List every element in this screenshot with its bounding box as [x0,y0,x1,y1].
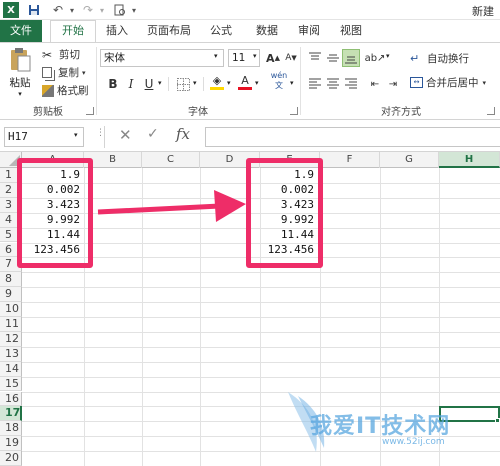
title-bar: X ↶ ▾ ↷ ▾ ▾ 新建 [0,0,500,20]
align-left-icon[interactable] [306,75,324,93]
ribbon-separator [168,77,169,91]
font-color-letter: A [241,73,249,87]
decrease-indent-icon[interactable]: ⇤ [366,75,384,93]
align-top-icon[interactable] [306,49,324,67]
font-name-select[interactable]: 宋体 [100,49,224,67]
wrap-text-icon: ↵ [410,51,420,65]
ribbon-home: 粘贴 ▾ ✂ 剪切 复制 ▾ 格式刷 剪贴板 宋体 ▾ 11 ▾ A ▲ A ▼ B… [0,42,500,120]
merge-center-icon: ↔ [410,77,423,88]
align-middle-icon[interactable] [324,49,342,67]
insert-function-icon[interactable]: fx [176,125,190,143]
paste-dropdown-icon: ▾ [18,90,22,98]
fill-color-swatch [210,86,224,90]
cut-label: 剪切 [59,49,80,61]
paste-label: 粘贴 [9,77,31,89]
undo-dropdown-icon[interactable]: ▾ [64,2,80,18]
highlight-box-column-e [246,158,323,268]
scissors-icon: ✂ [42,47,53,62]
watermark-text: 我爱IT技术网 [310,414,451,439]
tab-file[interactable]: 文件 [0,20,42,42]
cancel-icon[interactable]: ✕ [119,126,132,144]
font-size-dropdown-icon[interactable]: ▾ [253,52,257,60]
window-title: 新建 [472,5,494,18]
excel-window: X ↶ ▾ ↷ ▾ ▾ 新建 文件 开始 插入 页面布局 公式 数据 审阅 视图… [0,0,500,466]
orientation-icon[interactable]: ab↗ [365,49,386,67]
align-bottom-icon[interactable] [342,49,360,67]
customize-qat-icon[interactable]: ▾ [126,2,142,18]
ribbon-tabs: 文件 开始 插入 页面布局 公式 数据 审阅 视图 [0,20,500,42]
formula-input[interactable] [205,127,500,147]
font-launcher-icon[interactable] [290,107,298,115]
align-center-icon[interactable] [324,75,342,93]
decrease-font-icon[interactable]: A ▼ [282,49,300,67]
tab-insert[interactable]: 插入 [102,20,132,42]
clipboard-launcher-icon[interactable] [86,107,94,115]
enter-icon[interactable]: ✓ [147,126,159,142]
wrap-text-button[interactable]: ↵ 自动换行 [410,51,469,66]
fill-handle[interactable] [495,418,500,423]
font-name-dropdown-icon[interactable]: ▾ [214,52,218,60]
formula-bar-grip-icon: ⋮ [96,128,105,138]
font-group-label: 字体 [188,107,208,118]
merge-center-dropdown-icon: ▾ [482,78,487,87]
fill-color-icon[interactable]: ◈ [208,73,226,91]
arrow-icon [97,190,246,222]
redo-dropdown-icon[interactable]: ▾ [94,2,110,18]
copy-dropdown-icon: ▾ [82,68,86,77]
formula-bar: H17 ▾ ⋮ ✕ ✓ fx [0,120,500,152]
format-painter-label: 格式刷 [57,85,89,97]
borders-icon[interactable] [174,75,192,93]
tab-data[interactable]: 数据 [252,20,282,42]
cut-button[interactable]: ✂ 剪切 [42,47,80,62]
tab-home[interactable]: 开始 [50,20,96,42]
tab-review[interactable]: 审阅 [294,20,324,42]
name-box[interactable]: H17 [4,127,84,147]
alignment-launcher-icon[interactable] [487,107,495,115]
increase-font-icon[interactable]: A ▲ [264,49,282,67]
font-color-swatch [238,86,252,90]
highlight-box-column-a [17,158,93,268]
ribbon-separator [104,126,105,148]
clipboard-group-label: 剪贴板 [33,107,63,118]
watermark-url: www.52ij.com [382,437,445,447]
save-icon[interactable] [26,2,42,18]
phonetic-dropdown-icon[interactable]: ▾ [290,79,294,87]
italic-button[interactable]: I [122,75,140,93]
fill-color-dropdown-icon[interactable]: ▾ [227,79,231,87]
alignment-group-label: 对齐方式 [381,107,421,118]
ribbon-separator [96,47,97,115]
tab-view[interactable]: 视图 [336,20,366,42]
ribbon-separator [300,47,301,115]
format-painter-button[interactable]: 格式刷 [42,83,89,98]
name-box-dropdown-icon[interactable]: ▾ [74,131,78,139]
tab-formulas[interactable]: 公式 [206,20,236,42]
paste-icon [11,48,31,72]
tab-page-layout[interactable]: 页面布局 [140,20,198,42]
bold-button[interactable]: B [104,75,122,93]
paste-button[interactable]: 粘贴 ▾ [8,47,32,99]
brush-icon [42,84,54,97]
wrap-text-label: 自动换行 [427,53,469,65]
underline-dropdown-icon[interactable]: ▾ [158,79,162,87]
increase-indent-icon[interactable]: ⇥ [384,75,402,93]
ribbon-separator [203,77,204,91]
copy-icon [42,67,52,78]
borders-dropdown-icon[interactable]: ▾ [193,79,197,87]
font-color-dropdown-icon[interactable]: ▾ [255,79,259,87]
align-right-icon[interactable] [342,75,360,93]
merge-center-label: 合并后居中 [426,77,479,89]
copy-button[interactable]: 复制 ▾ [42,65,86,80]
excel-logo-icon: X [3,2,19,18]
copy-label: 复制 [58,67,79,79]
orientation-dropdown-icon[interactable]: ▾ [386,52,390,60]
merge-center-button[interactable]: ↔ 合并后居中 ▾ [410,75,486,90]
underline-button[interactable]: U [140,75,158,93]
font-color-button[interactable]: A [236,73,254,91]
paint-bucket-icon: ◈ [212,73,222,87]
phonetic-guide-button[interactable]: wén 文 [268,71,290,91]
